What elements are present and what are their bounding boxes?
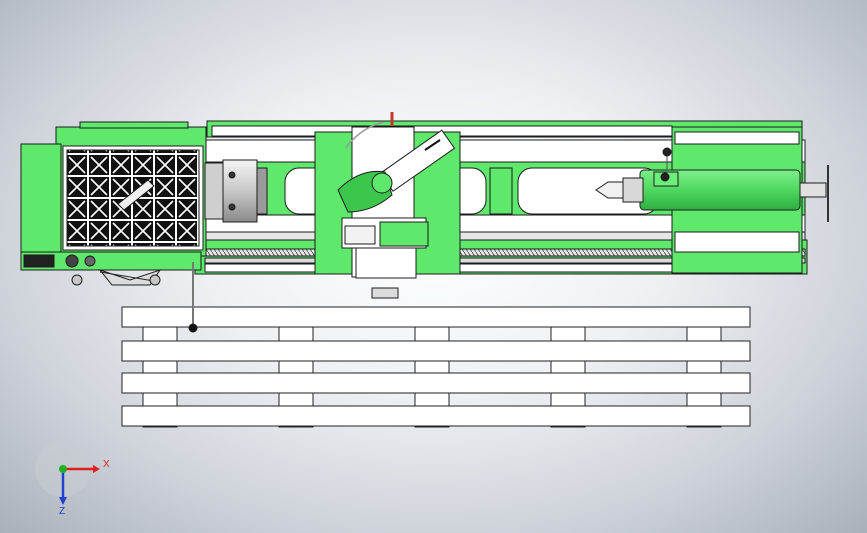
tailstock-quill bbox=[622, 177, 644, 203]
leveling-foot bbox=[71, 274, 83, 286]
lathe-model[interactable] bbox=[20, 112, 829, 333]
leveling-foot bbox=[149, 274, 161, 286]
pallet-board bbox=[121, 372, 751, 394]
pallet bbox=[121, 306, 751, 428]
cad-viewport[interactable]: X Z bbox=[0, 0, 867, 533]
chuck bbox=[222, 159, 258, 223]
z-axis-label: Z bbox=[59, 506, 65, 517]
pallet-board bbox=[121, 306, 751, 328]
control-knob[interactable] bbox=[84, 255, 96, 267]
pallet-board bbox=[121, 405, 751, 427]
headstock-end-cover bbox=[20, 143, 62, 253]
x-axis-label: X bbox=[103, 459, 110, 470]
y-axis-dot bbox=[59, 465, 67, 473]
pallet-board bbox=[121, 340, 751, 362]
control-knob[interactable] bbox=[65, 254, 79, 268]
orientation-triad: X Z bbox=[35, 441, 110, 517]
spindle-flange bbox=[204, 162, 224, 220]
cross-feed-handwheel[interactable] bbox=[371, 287, 399, 299]
